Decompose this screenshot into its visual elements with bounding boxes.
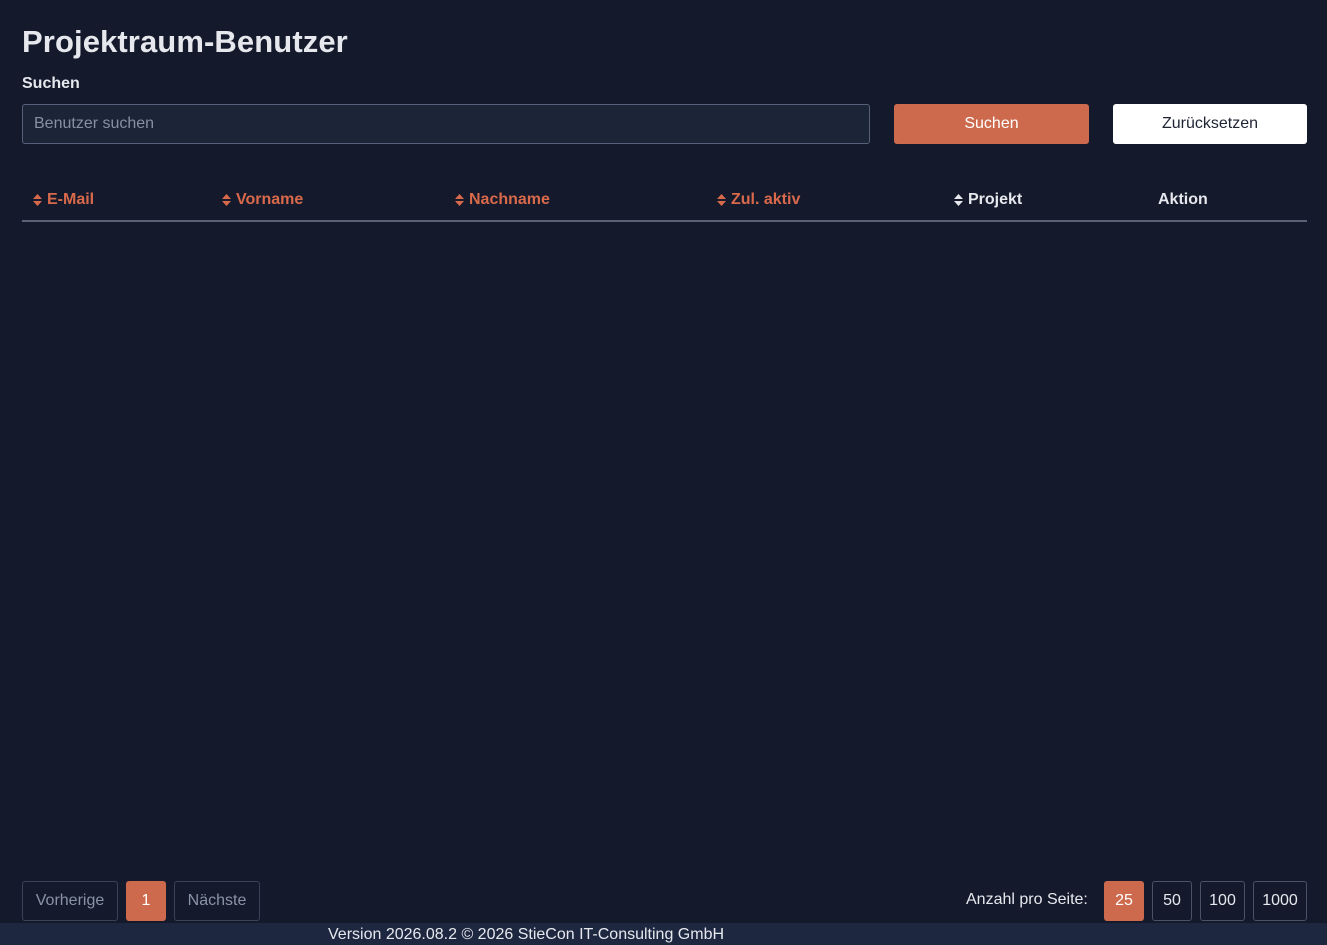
sort-icon [33, 194, 42, 206]
per-page-option-1000[interactable]: 1000 [1253, 881, 1307, 921]
column-header-aktion: Aktion [1158, 191, 1208, 209]
table-header: E-Mail Vorname Nachname Zul. aktiv Proje… [22, 180, 1307, 222]
column-label: Aktion [1158, 191, 1208, 208]
search-input[interactable] [22, 104, 870, 144]
per-page-option-25[interactable]: 25 [1104, 881, 1144, 921]
column-label: Nachname [469, 191, 550, 208]
column-label: Zul. aktiv [731, 191, 801, 208]
page-title: Projektraum-Benutzer [22, 24, 348, 59]
next-page-button[interactable]: Nächste [174, 881, 260, 921]
reset-button[interactable]: Zurücksetzen [1113, 104, 1307, 144]
search-button[interactable]: Suchen [894, 104, 1089, 144]
column-label: E-Mail [47, 191, 95, 208]
sort-icon [717, 194, 726, 206]
page-number-button[interactable]: 1 [126, 881, 166, 921]
column-header-projekt[interactable]: Projekt [954, 191, 1022, 209]
sort-icon [222, 194, 231, 206]
column-header-vorname[interactable]: Vorname [222, 191, 303, 209]
page: Projektraum-Benutzer Suchen Suchen Zurüc… [0, 0, 1327, 945]
column-label: Projekt [968, 191, 1023, 208]
previous-page-button[interactable]: Vorherige [22, 881, 118, 921]
column-header-nachname[interactable]: Nachname [455, 191, 550, 209]
search-label: Suchen [22, 75, 80, 92]
sort-icon [455, 194, 464, 206]
footer: Version 2026.08.2 © 2026 StieCon IT-Cons… [0, 923, 1327, 945]
per-page-option-100[interactable]: 100 [1200, 881, 1245, 921]
column-header-zul-aktiv[interactable]: Zul. aktiv [717, 191, 800, 209]
per-page-label: Anzahl pro Seite: [966, 891, 1088, 908]
sort-icon [954, 194, 963, 206]
column-label: Vorname [236, 191, 304, 208]
per-page-option-50[interactable]: 50 [1152, 881, 1192, 921]
column-header-email[interactable]: E-Mail [33, 191, 94, 209]
footer-text: Version 2026.08.2 © 2026 StieCon IT-Cons… [328, 926, 725, 943]
